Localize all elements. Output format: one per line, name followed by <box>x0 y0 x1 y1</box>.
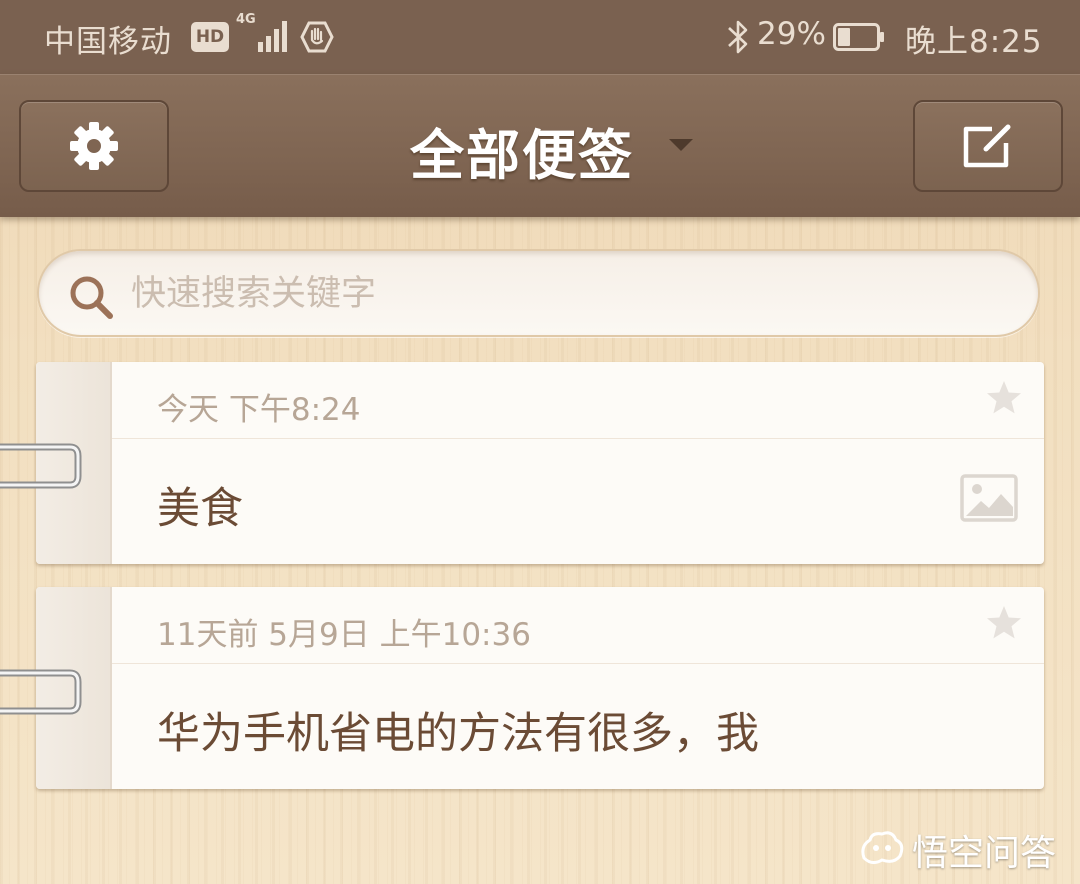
compose-icon <box>963 124 1011 168</box>
note-date: 11天前 5月9日 上午10:36 <box>157 617 531 653</box>
wukong-logo-icon <box>861 831 904 865</box>
search-icon <box>70 276 113 319</box>
paper-clip-icon <box>0 443 82 489</box>
note-divider <box>112 663 1044 664</box>
top-bar: 全部便签 <box>0 74 1080 217</box>
note-card[interactable]: 今天 下午8:24 美食 <box>36 362 1044 564</box>
battery-percent: 29% <box>757 16 826 52</box>
signal-strength-icon <box>258 21 287 52</box>
star-icon[interactable] <box>984 378 1024 418</box>
battery-icon <box>833 23 884 51</box>
carrier-name: 中国移动 <box>44 24 172 60</box>
watermark-text: 悟空问答 <box>912 833 1057 874</box>
note-title: 美食 <box>157 484 243 534</box>
note-date: 今天 下午8:24 <box>157 392 361 428</box>
search-input[interactable] <box>129 265 1013 323</box>
compose-button[interactable] <box>913 100 1063 192</box>
note-divider <box>112 438 1044 439</box>
bluetooth-icon <box>728 20 748 54</box>
image-attachment-icon <box>960 474 1018 522</box>
search-bar[interactable] <box>37 249 1040 337</box>
status-bar: 中国移动 HD 4G 29% 晚上8:25 <box>0 0 1080 74</box>
note-title: 华为手机省电的方法有很多，我 <box>157 709 759 759</box>
star-icon[interactable] <box>984 603 1024 643</box>
note-card[interactable]: 11天前 5月9日 上午10:36 华为手机省电的方法有很多，我 <box>36 587 1044 789</box>
title-dropdown-caret-icon[interactable] <box>669 139 693 151</box>
clock: 晚上8:25 <box>905 24 1043 60</box>
hd-badge: HD <box>191 22 229 52</box>
paper-clip-icon <box>0 669 82 715</box>
shield-icon <box>300 21 334 53</box>
page-title[interactable]: 全部便签 <box>0 111 1044 190</box>
